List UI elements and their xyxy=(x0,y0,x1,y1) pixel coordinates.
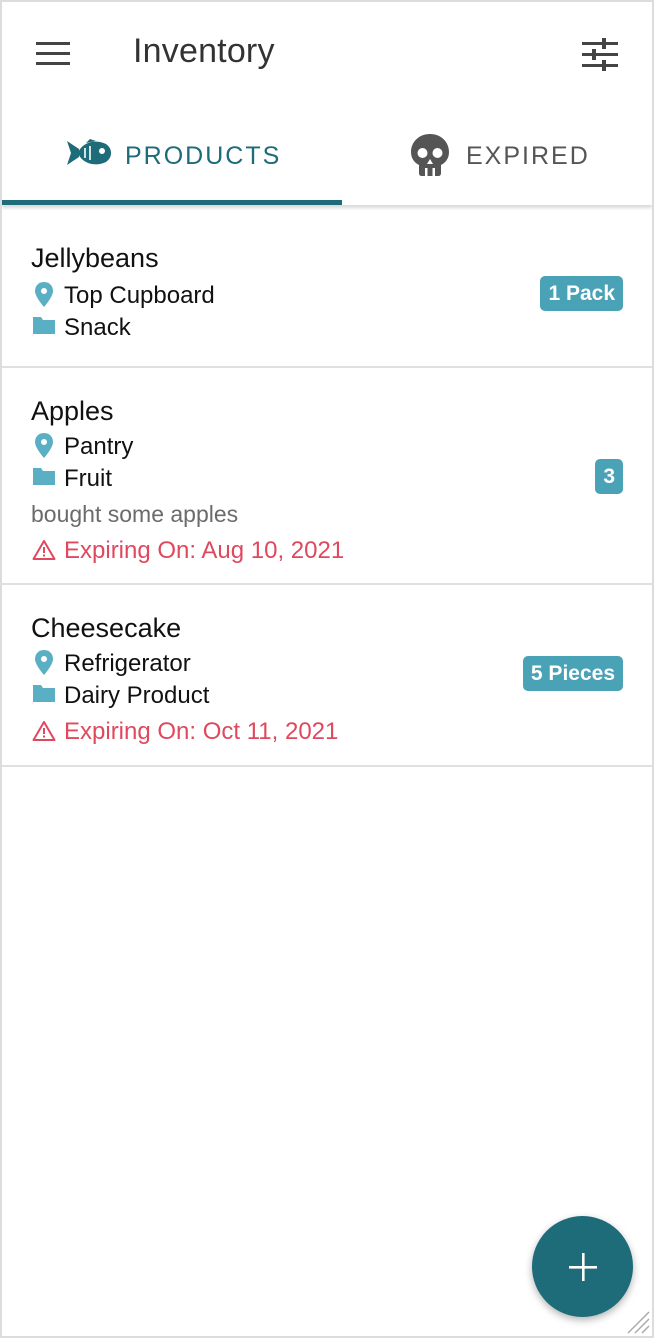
product-name: Cheesecake xyxy=(31,613,182,643)
map-pin-icon xyxy=(35,650,53,675)
location-text: Refrigerator xyxy=(64,650,191,677)
warning-triangle-icon xyxy=(32,721,56,741)
expiry-text: Expiring On: Aug 10, 2021 xyxy=(64,537,345,564)
product-list: Jellybeans Top Cupboard Snack 1 Pack App… xyxy=(2,207,652,767)
product-name: Jellybeans xyxy=(31,243,159,273)
add-product-button[interactable] xyxy=(532,1216,633,1317)
product-name: Apples xyxy=(31,396,114,426)
filter-button[interactable] xyxy=(572,30,628,78)
list-item[interactable]: Apples Pantry Fruit bought some apples E… xyxy=(2,368,652,585)
resize-grip-icon[interactable] xyxy=(624,1308,650,1334)
fish-icon xyxy=(67,139,111,165)
app-bar: Inventory xyxy=(2,2,652,102)
folder-icon xyxy=(33,685,55,702)
list-item[interactable]: Jellybeans Top Cupboard Snack 1 Pack xyxy=(2,207,652,368)
sliders-icon xyxy=(582,38,618,71)
category-text: Dairy Product xyxy=(64,682,210,709)
folder-icon xyxy=(33,317,55,334)
tab-selected-indicator xyxy=(2,200,342,205)
product-note: bought some apples xyxy=(31,501,239,527)
location-text: Top Cupboard xyxy=(64,282,215,309)
list-item[interactable]: Cheesecake Refrigerator Dairy Product Ex… xyxy=(2,585,652,767)
page-title: Inventory xyxy=(133,32,275,70)
map-pin-icon xyxy=(35,433,53,458)
quantity-badge: 3 xyxy=(595,459,623,494)
tab-products-label: PRODUCTS xyxy=(125,142,282,170)
tab-bar: PRODUCTS EXPIRED xyxy=(2,102,652,205)
menu-button[interactable] xyxy=(24,30,86,78)
plus-icon xyxy=(569,1253,597,1281)
app-frame: Inventory PRODUCTS EXPIRED Jellybeans To… xyxy=(0,0,654,1338)
tab-expired[interactable]: EXPIRED xyxy=(342,102,652,205)
tab-products[interactable]: PRODUCTS xyxy=(2,102,342,205)
folder-icon xyxy=(33,468,55,485)
category-text: Snack xyxy=(64,314,131,341)
skull-icon xyxy=(411,134,449,176)
quantity-badge: 1 Pack xyxy=(540,276,623,311)
expiry-text: Expiring On: Oct 11, 2021 xyxy=(64,718,339,745)
warning-triangle-icon xyxy=(32,540,56,560)
location-text: Pantry xyxy=(64,433,134,460)
map-pin-icon xyxy=(35,282,53,307)
category-text: Fruit xyxy=(64,465,112,492)
hamburger-menu-icon xyxy=(36,42,70,65)
tab-expired-label: EXPIRED xyxy=(466,142,590,170)
quantity-badge: 5 Pieces xyxy=(522,656,623,691)
